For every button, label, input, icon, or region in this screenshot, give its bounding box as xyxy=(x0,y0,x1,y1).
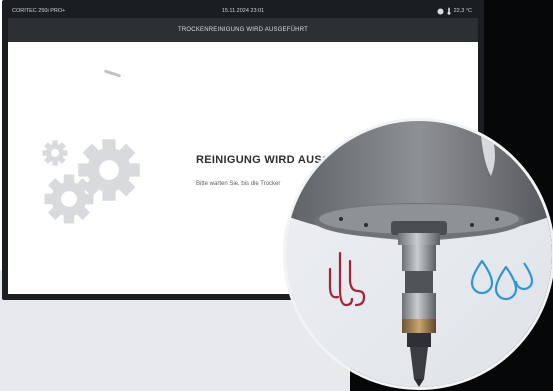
gears-icon xyxy=(42,139,140,224)
status-bar: CORITEC 250i PRO+ 15.11.2024 23:01 22,3 … xyxy=(8,4,478,18)
cleaning-heading: REINIGUNG WIRD AUSG xyxy=(196,154,331,166)
status-dot-icon xyxy=(437,8,444,14)
temperature: 22,3 °C xyxy=(453,8,472,14)
stage: CORITEC 250i PRO+ 15.11.2024 23:01 22,3 … xyxy=(0,0,553,391)
datetime: 15.11.2024 23:01 xyxy=(221,8,265,14)
spindle-illustration xyxy=(286,121,552,387)
status-indicators: 22,3 °C xyxy=(437,4,472,18)
page-title: TROCKENREINIGUNG WIRD AUSGEFÜHRT xyxy=(8,18,478,42)
thermometer-icon xyxy=(447,7,451,15)
cleaning-message: Bitte warten Sie, bis die Trocker xyxy=(196,181,281,187)
spindle-detail-loupe xyxy=(283,118,553,390)
